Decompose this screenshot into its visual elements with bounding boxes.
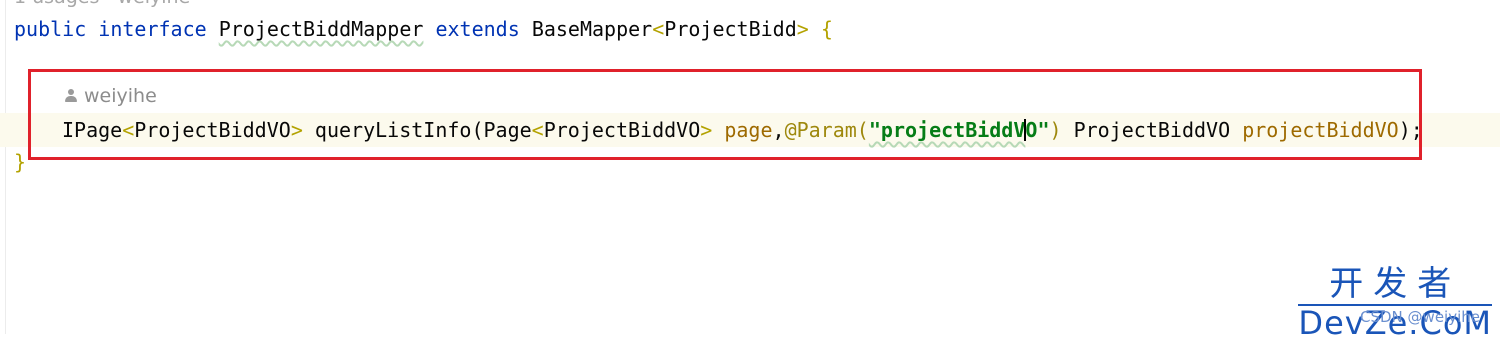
keyword-extends: extends bbox=[435, 17, 520, 41]
closing-brace: } bbox=[14, 150, 27, 174]
generic-type[interactable]: ProjectBidd bbox=[664, 17, 796, 41]
base-mapper-type[interactable]: BaseMapper bbox=[532, 17, 652, 41]
open-brace: { bbox=[820, 17, 833, 41]
interface-declaration-line[interactable]: public interface ProjectBiddMapper exten… bbox=[14, 17, 833, 41]
keyword-interface: interface bbox=[98, 17, 207, 41]
watermark-cn: 开发者 bbox=[1329, 264, 1462, 304]
generic-open: < bbox=[652, 17, 665, 41]
top-usage-hint[interactable]: 1 usages weiyihe bbox=[14, 0, 190, 8]
editor-gutter bbox=[5, 0, 6, 334]
watermark-logo: 开发者 DevZe.CoM bbox=[1298, 264, 1492, 340]
interface-name[interactable]: ProjectBiddMapper bbox=[219, 17, 424, 41]
generic-close: > bbox=[796, 17, 809, 41]
highlight-box bbox=[28, 69, 1422, 160]
watermark-sub: CSDN @weiyihe bbox=[1360, 308, 1480, 326]
keyword-public: public bbox=[14, 17, 87, 41]
